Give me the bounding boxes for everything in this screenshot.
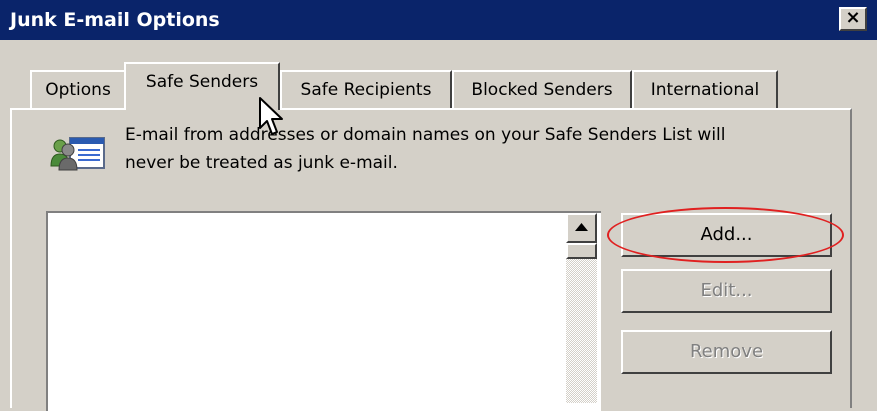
remove-button[interactable]: Remove — [621, 330, 832, 374]
tab-options[interactable]: Options — [30, 70, 126, 108]
mouse-pointer-icon — [258, 96, 286, 138]
safe-senders-description: E-mail from addresses or domain names on… — [125, 121, 845, 177]
safe-senders-list[interactable] — [46, 211, 601, 411]
description-line-2: never be treated as junk e-mail. — [125, 153, 398, 173]
tab-safe-senders[interactable]: Safe Senders — [124, 62, 280, 110]
tab-blocked-senders[interactable]: Blocked Senders — [452, 70, 632, 108]
edit-button[interactable]: Edit... — [621, 269, 832, 313]
add-button[interactable]: Add... — [621, 213, 832, 257]
arrow-up-icon — [575, 223, 588, 231]
close-button[interactable]: × — [839, 7, 867, 31]
tab-label: Blocked Senders — [471, 80, 613, 100]
remove-button-label: Remove — [689, 341, 764, 362]
tab-safe-recipients[interactable]: Safe Recipients — [280, 70, 452, 108]
tab-international[interactable]: International — [632, 70, 778, 108]
tab-label: Safe Recipients — [300, 80, 432, 100]
tab-label: Safe Senders — [145, 72, 259, 92]
edit-button-label: Edit... — [700, 280, 753, 301]
window-title: Junk E-mail Options — [10, 9, 220, 31]
tab-label: Options — [45, 80, 111, 100]
close-icon: × — [845, 7, 861, 28]
add-button-label: Add... — [700, 224, 753, 245]
description-line-1: E-mail from addresses or domain names on… — [125, 125, 726, 145]
scroll-up-button[interactable] — [566, 213, 597, 243]
contacts-list-icon — [48, 130, 108, 174]
tab-label: International — [650, 80, 760, 100]
scrollbar-thumb[interactable] — [566, 243, 597, 259]
title-bar: Junk E-mail Options × — [0, 0, 877, 40]
